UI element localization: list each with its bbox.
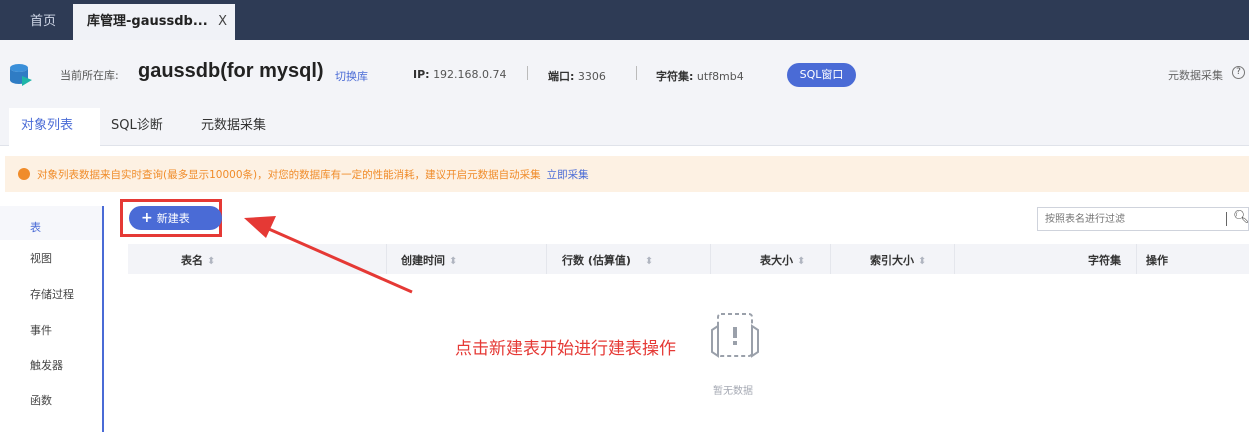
col-table-name-label: 表名	[181, 254, 203, 267]
new-table-button[interactable]: + 新建表	[129, 206, 222, 230]
sort-icon[interactable]: ⬍	[918, 256, 926, 267]
col-actions: 操作	[1146, 254, 1168, 267]
col-row-count-label: 行数 (估算值)	[562, 254, 631, 267]
tab-sql-diagnosis[interactable]: SQL诊断	[111, 108, 163, 146]
tab-home[interactable]: 首页	[17, 4, 69, 40]
col-charset: 字符集	[1088, 254, 1121, 267]
port-info: 端口: 3306	[548, 68, 606, 84]
divider	[636, 66, 637, 80]
tab-db-management[interactable]: 库管理-gaussdb... X	[73, 4, 235, 40]
col-create-time-label: 创建时间	[401, 254, 445, 267]
close-icon[interactable]: X	[218, 14, 227, 29]
table-header: 表名 ⬍ 创建时间 ⬍ 行数 (估算值) ⬍ 表大小 ⬍ 索引大小 ⬍ 字符集 操作	[128, 244, 1249, 274]
nav-active-highlight	[0, 206, 102, 240]
sort-icon[interactable]: ⬍	[797, 256, 805, 267]
nav-item-function[interactable]: 函数	[30, 392, 52, 408]
port-value: 3306	[577, 70, 606, 83]
warning-banner: 对象列表数据来自实时查询(最多显示10000条)，对您的数据库有一定的性能消耗，…	[5, 156, 1249, 192]
empty-data-icon	[711, 313, 759, 358]
new-table-label: 新建表	[156, 212, 190, 225]
col-table-size[interactable]: 表大小 ⬍	[760, 252, 805, 268]
column-divider	[830, 244, 831, 274]
ip-info: IP: 192.168.0.74	[413, 68, 507, 81]
port-label: 端口:	[548, 70, 575, 83]
warning-message: 对象列表数据来自实时查询(最多显示10000条)，对您的数据库有一定的性能消耗，…	[37, 169, 541, 181]
nav-item-event[interactable]: 事件	[30, 322, 52, 338]
warning-text: 对象列表数据来自实时查询(最多显示10000条)，对您的数据库有一定的性能消耗，…	[37, 167, 589, 182]
tab-object-list[interactable]: 对象列表	[9, 108, 100, 147]
column-divider	[546, 244, 547, 274]
database-icon	[10, 64, 32, 86]
top-tab-bar: 首页 库管理-gaussdb... X	[0, 0, 1249, 40]
charset-label: 字符集:	[656, 70, 694, 83]
ip-value: 192.168.0.74	[433, 68, 507, 81]
nav-item-trigger[interactable]: 触发器	[30, 357, 63, 373]
col-row-count[interactable]: 行数 (估算值) ⬍	[562, 252, 653, 268]
tab-db-management-label: 库管理-gaussdb...	[87, 14, 208, 29]
metadata-collect-link[interactable]: 元数据采集	[1168, 67, 1223, 83]
switch-db-link[interactable]: 切换库	[335, 68, 368, 84]
filter-input[interactable]	[1045, 211, 1215, 227]
sort-icon[interactable]: ⬍	[645, 256, 653, 267]
nav-item-table[interactable]: 表	[30, 219, 41, 235]
nav-item-procedure[interactable]: 存储过程	[30, 286, 74, 302]
col-create-time[interactable]: 创建时间 ⬍	[401, 252, 457, 268]
col-table-size-label: 表大小	[760, 254, 793, 267]
nav-item-view[interactable]: 视图	[30, 250, 52, 266]
sql-window-button[interactable]: SQL窗口	[787, 63, 856, 87]
current-db-label: 当前所在库:	[60, 69, 119, 82]
divider	[527, 66, 528, 80]
column-divider	[386, 244, 387, 274]
ip-label: IP:	[413, 68, 430, 81]
charset-value: utf8mb4	[696, 70, 744, 83]
column-divider	[1136, 244, 1137, 274]
object-type-nav: 表 视图 存储过程 事件 触发器 函数	[0, 206, 104, 432]
col-index-size-label: 索引大小	[870, 254, 914, 267]
sort-icon[interactable]: ⬍	[207, 256, 215, 267]
help-icon[interactable]: ?	[1232, 66, 1245, 79]
search-icon[interactable]: 🔍︎	[1233, 210, 1249, 225]
col-index-size[interactable]: 索引大小 ⬍	[870, 252, 926, 268]
db-info-bar: 当前所在库: gaussdb(for mysql) 切换库 IP: 192.16…	[0, 40, 1249, 108]
table-filter: 🔍︎	[1037, 207, 1249, 231]
annotation-text: 点击新建表开始进行建表操作	[455, 339, 676, 359]
empty-data-text: 暂无数据	[713, 386, 753, 397]
warning-icon	[18, 168, 30, 180]
collect-now-link[interactable]: 立即采集	[547, 169, 589, 181]
column-divider	[710, 244, 711, 274]
divider	[1226, 212, 1227, 226]
sort-icon[interactable]: ⬍	[449, 256, 457, 267]
plus-icon: +	[141, 210, 153, 226]
charset-info: 字符集: utf8mb4	[656, 68, 744, 84]
db-name: gaussdb(for mysql)	[138, 60, 324, 82]
tab-metadata-collect[interactable]: 元数据采集	[201, 108, 266, 146]
column-divider	[954, 244, 955, 274]
col-table-name[interactable]: 表名 ⬍	[181, 252, 215, 268]
sub-tab-bar: 对象列表 SQL诊断 元数据采集	[0, 108, 1249, 147]
